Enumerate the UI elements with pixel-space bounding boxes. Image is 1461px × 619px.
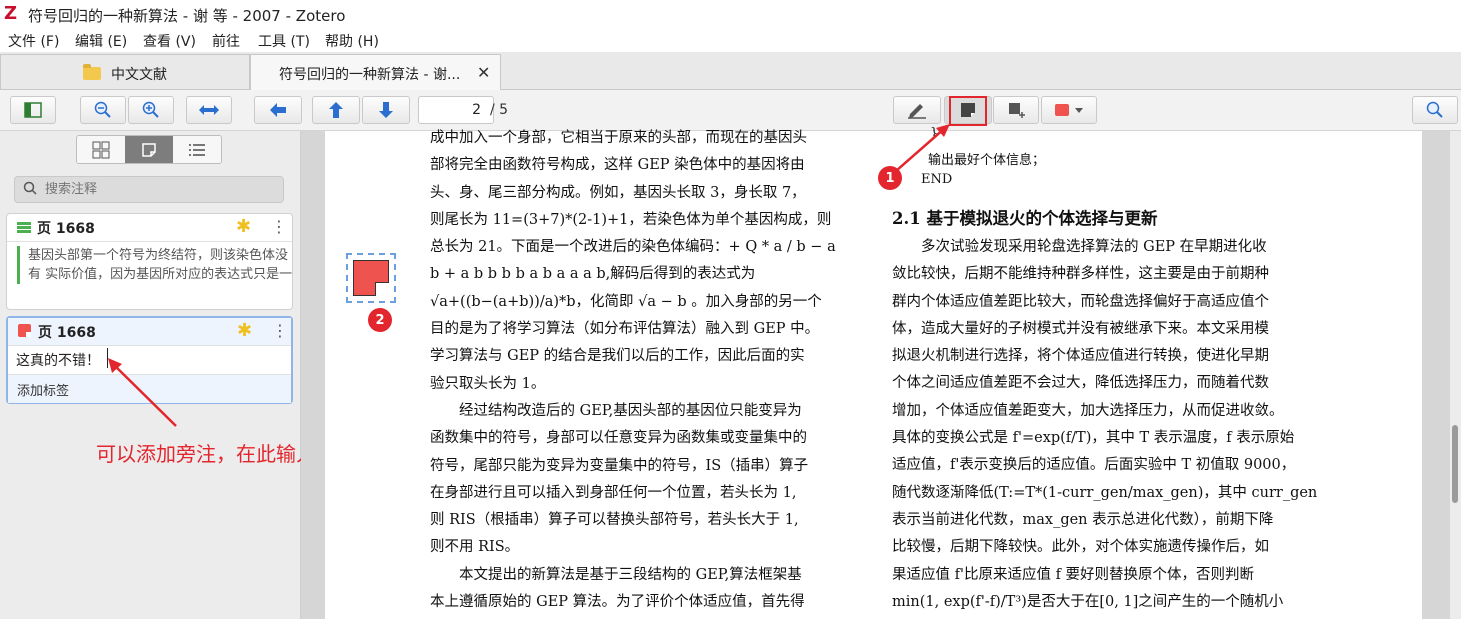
step-badge-1: 1 <box>878 166 902 190</box>
callout-arrows <box>108 124 950 427</box>
callout-arrow-2 <box>112 363 177 427</box>
step-badge-2: 2 <box>368 308 392 332</box>
